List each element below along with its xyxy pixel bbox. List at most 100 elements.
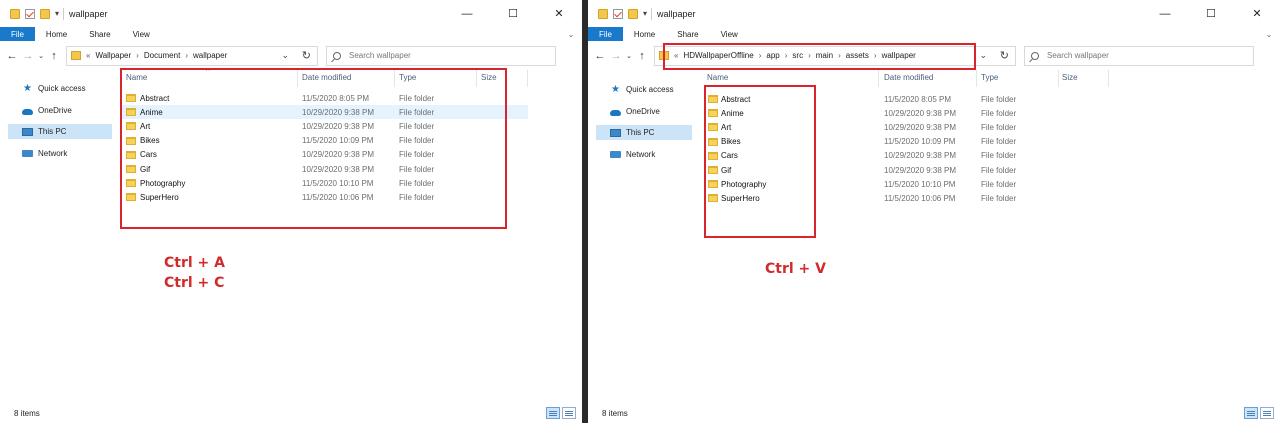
- navigation-bar: ← → ⌄ ↑ « Wallpaper › Document › wallpap…: [0, 41, 582, 70]
- status-bar: 8 items: [588, 403, 1280, 423]
- column-header-type[interactable]: Type: [981, 73, 998, 82]
- computer-icon: [610, 128, 621, 137]
- up-arrow-icon[interactable]: ↑: [634, 50, 650, 62]
- file-type: File folder: [981, 122, 1017, 132]
- left-arrow-icon[interactable]: ←: [4, 50, 20, 62]
- tab-share[interactable]: Share: [78, 27, 121, 41]
- close-button[interactable]: ✕: [1234, 0, 1280, 27]
- search-input[interactable]: Search wallpaper: [326, 45, 556, 66]
- file-date-modified: 10/29/2020 9:38 PM: [884, 122, 957, 132]
- navigation-pane: ★ Quick access OneDrive This PC Network: [0, 70, 112, 403]
- minimize-button[interactable]: —: [444, 0, 490, 27]
- file-date-modified: 11/5/2020 8:05 PM: [884, 94, 952, 104]
- minimize-button[interactable]: —: [1142, 0, 1188, 27]
- column-header-name[interactable]: Name: [707, 73, 728, 82]
- new-folder-icon[interactable]: [628, 8, 638, 19]
- tab-file[interactable]: File: [588, 27, 623, 41]
- properties-icon[interactable]: [613, 8, 623, 19]
- search-placeholder: Search wallpaper: [1047, 51, 1109, 60]
- shortcut-hint-select-all: Ctrl + A: [164, 255, 225, 271]
- left-arrow-icon[interactable]: ←: [592, 50, 608, 62]
- column-divider[interactable]: [1108, 70, 1109, 87]
- sidebar-item-this-pc[interactable]: This PC: [596, 125, 692, 140]
- column-divider[interactable]: [527, 70, 528, 87]
- tab-share[interactable]: Share: [666, 27, 709, 41]
- refresh-icon[interactable]: ↻: [1000, 49, 1009, 62]
- sidebar-item-network[interactable]: Network: [596, 147, 700, 162]
- column-divider[interactable]: [878, 70, 879, 87]
- breadcrumb-separator[interactable]: ›: [136, 51, 139, 60]
- properties-icon[interactable]: [25, 8, 35, 19]
- title-bar: ▾ wallpaper — ☐ ✕: [588, 0, 1280, 27]
- sidebar-item-label: This PC: [38, 127, 67, 136]
- refresh-icon[interactable]: ↻: [302, 49, 311, 62]
- tab-home[interactable]: Home: [35, 27, 78, 41]
- column-headers: Name Date modified Type Size: [588, 70, 1280, 87]
- file-date-modified: 11/5/2020 10:06 PM: [884, 193, 956, 203]
- file-type: File folder: [981, 94, 1017, 104]
- breadcrumb-item[interactable]: wallpaper: [193, 51, 227, 60]
- folder-icon: [598, 8, 608, 19]
- folder-icon: [10, 8, 20, 19]
- breadcrumb-item[interactable]: Wallpaper: [95, 51, 131, 60]
- sidebar-item-label: Network: [626, 150, 656, 159]
- breadcrumb-item[interactable]: Document: [144, 51, 180, 60]
- column-divider[interactable]: [976, 70, 977, 87]
- pasted-files-highlight-box: [704, 85, 816, 238]
- details-view-icon[interactable]: [1244, 407, 1258, 419]
- column-header-date[interactable]: Date modified: [884, 73, 933, 82]
- right-arrow-icon[interactable]: →: [20, 50, 36, 62]
- tab-view[interactable]: View: [122, 27, 161, 41]
- sidebar-item-onedrive[interactable]: OneDrive: [8, 103, 112, 118]
- cloud-icon: [610, 109, 621, 116]
- column-header-size[interactable]: Size: [1062, 73, 1078, 82]
- ribbon-tabs: File Home Share View ⌄: [588, 27, 1280, 41]
- divider: [63, 7, 65, 20]
- sidebar-item-network[interactable]: Network: [8, 146, 112, 161]
- explorer-window-left: ▾ wallpaper — ☐ ✕ File Home Share View ⌄…: [0, 0, 582, 423]
- window-title: wallpaper: [657, 8, 696, 19]
- computer-icon: [22, 127, 33, 136]
- item-count: 8 items: [14, 408, 40, 418]
- sidebar-item-onedrive[interactable]: OneDrive: [596, 104, 700, 119]
- details-view-icon[interactable]: [546, 407, 560, 419]
- folder-icon: [71, 51, 81, 60]
- file-date-modified: 10/29/2020 9:38 PM: [884, 108, 957, 118]
- recent-locations-icon[interactable]: ⌄: [36, 52, 46, 60]
- quick-access-dropdown-icon[interactable]: ▾: [643, 9, 647, 18]
- title-bar: ▾ wallpaper — ☐ ✕: [0, 0, 582, 27]
- chevron-down-icon[interactable]: ⌄: [979, 50, 987, 61]
- up-arrow-icon[interactable]: ↑: [46, 50, 62, 62]
- file-type: File folder: [981, 151, 1017, 161]
- close-button[interactable]: ✕: [536, 0, 582, 27]
- expand-ribbon-icon[interactable]: ⌄: [1258, 27, 1280, 41]
- sidebar-item-label: Network: [38, 149, 68, 158]
- maximize-button[interactable]: ☐: [1188, 0, 1234, 27]
- tab-view[interactable]: View: [710, 27, 749, 41]
- maximize-button[interactable]: ☐: [490, 0, 536, 27]
- explorer-window-right: ▾ wallpaper — ☐ ✕ File Home Share View ⌄…: [588, 0, 1280, 423]
- tab-file[interactable]: File: [0, 27, 35, 41]
- cloud-icon: [22, 108, 33, 115]
- recent-locations-icon[interactable]: ⌄: [624, 52, 634, 60]
- breadcrumb-separator[interactable]: ›: [185, 51, 188, 60]
- new-folder-icon[interactable]: [40, 8, 50, 19]
- large-icons-view-icon[interactable]: [1260, 407, 1274, 419]
- expand-ribbon-icon[interactable]: ⌄: [560, 27, 582, 41]
- window-title: wallpaper: [69, 8, 108, 19]
- tab-home[interactable]: Home: [623, 27, 666, 41]
- highlight-box: [120, 68, 507, 229]
- column-divider[interactable]: [1058, 70, 1059, 87]
- overflow-chevron[interactable]: «: [86, 51, 90, 60]
- quick-access-dropdown-icon[interactable]: ▾: [55, 9, 59, 18]
- chevron-down-icon[interactable]: ⌄: [281, 50, 289, 61]
- search-input[interactable]: Search wallpaper: [1024, 45, 1254, 66]
- navigation-pane: ★ Quick access OneDrive This PC Network: [588, 70, 700, 403]
- address-bar[interactable]: « Wallpaper › Document › wallpaper ⌄ ↻: [66, 45, 318, 66]
- sidebar-item-this-pc[interactable]: This PC: [8, 124, 112, 139]
- right-arrow-icon[interactable]: →: [608, 50, 624, 62]
- large-icons-view-icon[interactable]: [562, 407, 576, 419]
- search-placeholder: Search wallpaper: [349, 51, 411, 60]
- file-date-modified: 10/29/2020 9:38 PM: [884, 151, 957, 161]
- sidebar-item-label: OneDrive: [38, 106, 72, 115]
